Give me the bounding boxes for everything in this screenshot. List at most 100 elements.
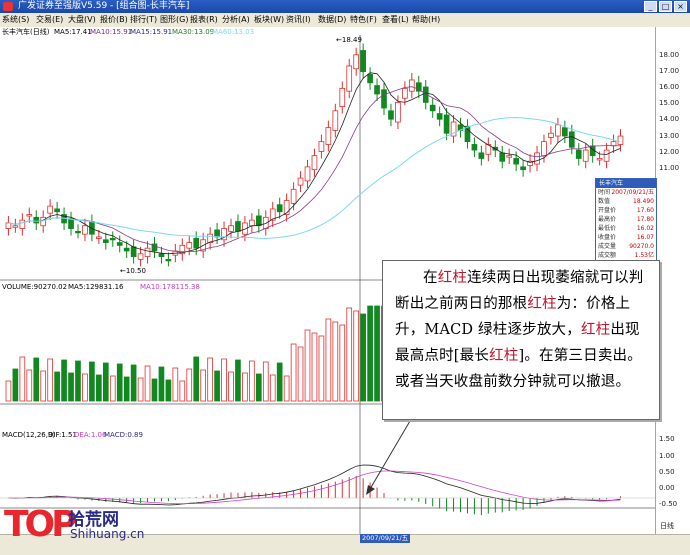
volume-bar xyxy=(346,307,353,402)
info-key: 时间 xyxy=(598,189,611,196)
candle xyxy=(506,155,513,158)
menu-item[interactable]: 报表(R) xyxy=(190,13,218,27)
menu-item[interactable]: 交易(E) xyxy=(36,13,63,27)
callout-text: 红柱 xyxy=(527,296,557,312)
callout-text: 在 xyxy=(423,270,438,286)
price-tick: 13.00 xyxy=(659,132,680,140)
window-title: 广发证券至强版V5.59 - [组合图-长丰汽车] xyxy=(18,1,190,11)
menu-item[interactable]: 图形(G) xyxy=(160,13,188,27)
callout-text: 红柱 xyxy=(437,270,468,286)
menu-item[interactable]: 排行(T) xyxy=(130,13,157,27)
candle xyxy=(193,237,200,249)
candle xyxy=(464,125,471,143)
menu-item[interactable]: 数据(D) xyxy=(318,13,346,27)
volume-bar xyxy=(19,356,26,402)
volume-bar xyxy=(130,364,137,402)
minimize-icon[interactable]: _ xyxy=(644,1,657,12)
candle xyxy=(290,188,297,204)
candle xyxy=(534,152,540,165)
menu-item[interactable]: 查看(L) xyxy=(382,13,409,27)
candle xyxy=(499,152,506,162)
candle xyxy=(276,204,283,213)
volume-bar xyxy=(82,373,88,402)
macd-tick: 1.50 xyxy=(659,435,675,443)
candle xyxy=(575,149,582,159)
menu-item[interactable]: 资讯(I) xyxy=(286,13,311,27)
candle xyxy=(367,73,373,84)
price-tick: 17.00 xyxy=(659,67,680,75)
info-key: 数值 xyxy=(598,198,611,205)
volume-bar xyxy=(179,380,186,402)
maximize-icon[interactable]: □ xyxy=(659,1,672,12)
volume-bar xyxy=(262,361,269,402)
candle xyxy=(165,258,172,262)
volume-bar xyxy=(12,368,19,402)
volume-bar xyxy=(144,365,151,402)
close-icon[interactable]: × xyxy=(674,1,687,12)
volume-bar xyxy=(33,357,40,402)
volume-bar xyxy=(290,343,297,402)
menu-item[interactable]: 大盘(V) xyxy=(68,13,96,27)
candle xyxy=(541,141,547,157)
candle xyxy=(520,166,526,171)
low-price-label: ←10.50 xyxy=(120,267,146,275)
menu-item[interactable]: 帮助(H) xyxy=(412,13,440,27)
candle xyxy=(68,218,74,229)
price-header-ma5: MA5:17.41 xyxy=(54,28,92,36)
candle xyxy=(40,216,47,227)
volume-bar xyxy=(339,324,346,402)
candle xyxy=(228,225,234,232)
volume-bar xyxy=(360,313,366,402)
volume-bar xyxy=(40,370,47,402)
info-row: 成交量 90270.0 xyxy=(596,242,656,251)
info-row: 成交额 1.53亿 xyxy=(596,251,656,260)
candle xyxy=(116,242,123,246)
volume-bar xyxy=(332,321,339,402)
status-date: 2007/09/21/五 xyxy=(360,534,411,543)
info-key: 开盘价 xyxy=(598,207,617,214)
volume-bar xyxy=(47,358,53,402)
candle xyxy=(562,127,568,137)
price-tick: 18.00 xyxy=(659,51,680,59)
info-row: 时间 2007/09/21/五 xyxy=(596,188,656,197)
volume-bar xyxy=(353,310,360,402)
watermark-logo: TOP xyxy=(4,504,78,545)
candle xyxy=(102,239,109,243)
volume-bar xyxy=(158,366,165,402)
price-header-ma30: MA30:13.09 xyxy=(172,28,214,36)
volume-bar xyxy=(116,363,123,402)
volume-bar xyxy=(367,305,373,402)
volume-bar xyxy=(276,362,283,402)
info-row: 最低价 16.02 xyxy=(596,224,656,233)
menu-item[interactable]: 系统(S) xyxy=(2,13,29,27)
volume-bar xyxy=(165,379,172,402)
macd-header-dea: DEA:1.06 xyxy=(74,431,107,439)
info-key: 成交额 xyxy=(598,252,617,259)
candle xyxy=(471,144,478,151)
info-value: 2007/09/21/五 xyxy=(611,189,654,196)
candle xyxy=(339,87,346,108)
high-price-label: ←18.49 xyxy=(336,36,362,44)
candle xyxy=(443,114,450,134)
candle xyxy=(82,225,88,235)
info-row: 收盘价 16.07 xyxy=(596,233,656,242)
callout-arrow xyxy=(369,420,411,490)
candle xyxy=(360,50,366,72)
candle xyxy=(75,230,81,234)
candle xyxy=(137,253,144,260)
info-value: 17.60 xyxy=(636,207,654,214)
menu-item[interactable]: 特色(F) xyxy=(350,13,377,27)
info-value: 17.80 xyxy=(636,216,654,223)
menu-item[interactable]: 报价(B) xyxy=(100,13,128,27)
menu-item[interactable]: 板块(W) xyxy=(254,13,284,27)
volume-bar xyxy=(68,372,74,402)
candle xyxy=(555,124,561,137)
volume-bar xyxy=(61,359,67,402)
macd-tick: 0.00 xyxy=(659,484,675,492)
menu-item[interactable]: 分析(A) xyxy=(222,13,250,27)
volume-bar xyxy=(228,371,234,402)
volume-header-ma10: MA10:178115.38 xyxy=(140,283,200,291)
candle xyxy=(568,131,575,148)
candle xyxy=(311,155,318,171)
volume-bar xyxy=(96,374,102,402)
